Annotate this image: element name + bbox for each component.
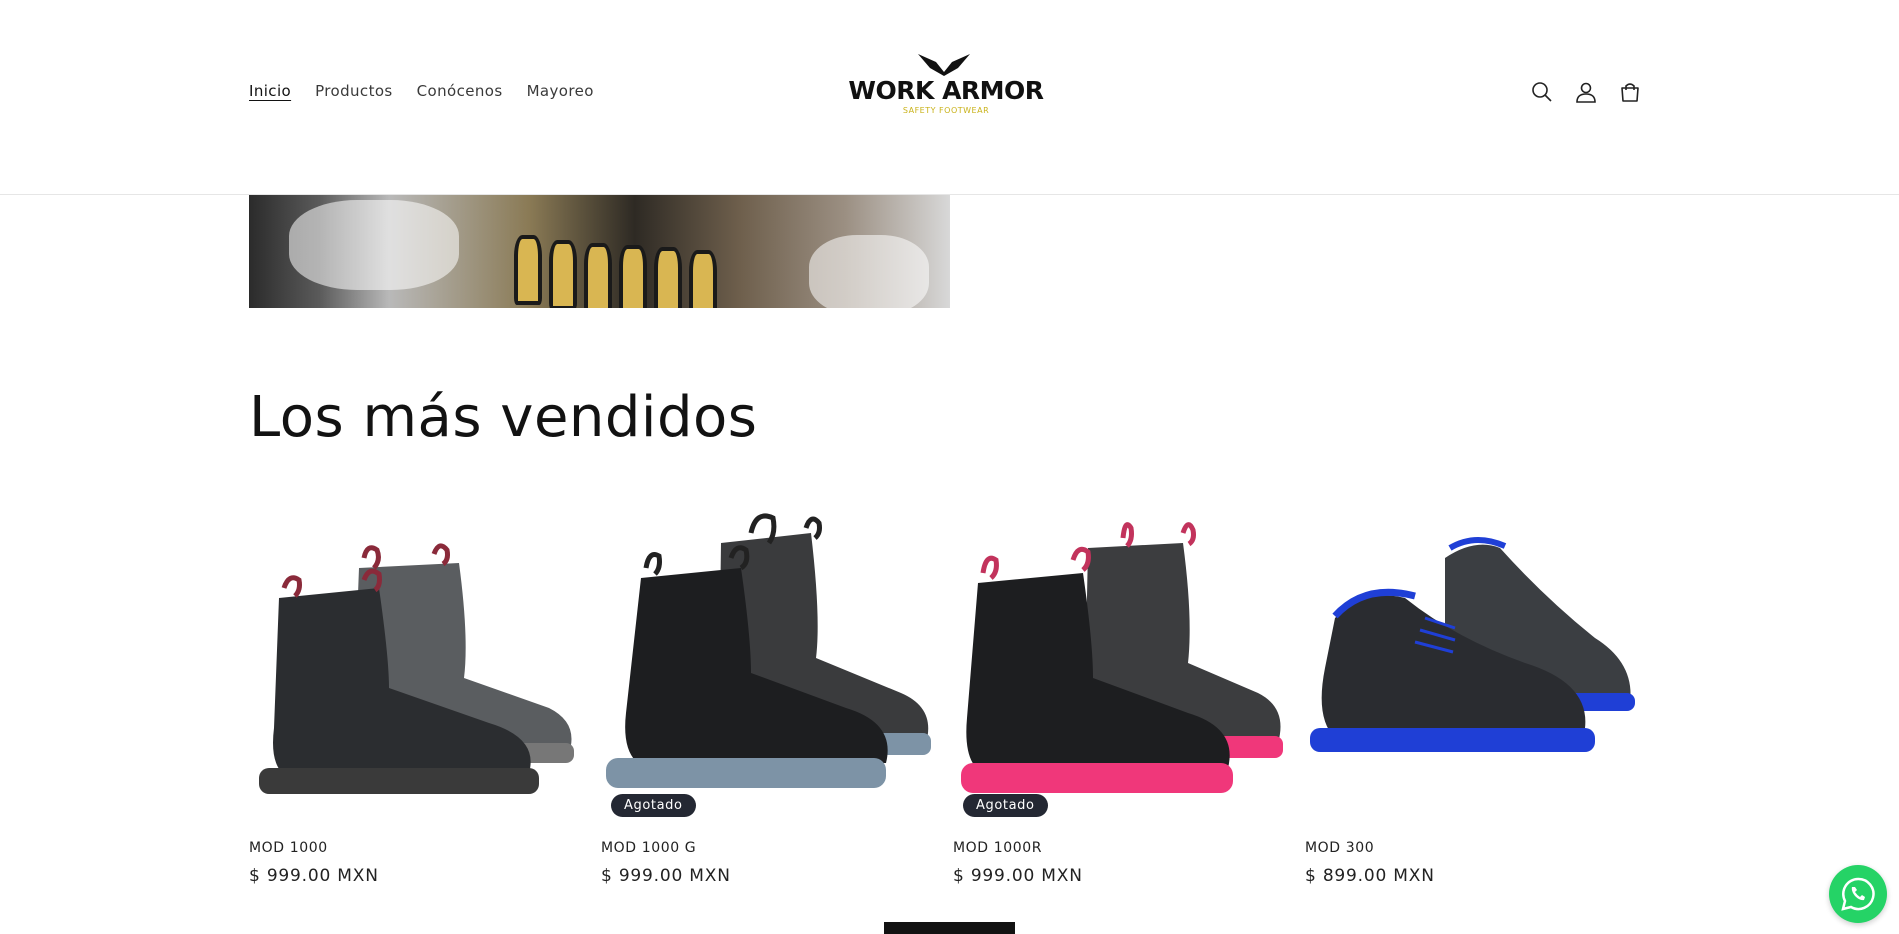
product-price: $ 999.00 MXN (953, 866, 1083, 886)
sold-out-badge: Agotado (611, 794, 696, 817)
logo-subtitle: SAFETY FOOTWEAR (902, 106, 990, 115)
boot-image-icon (259, 543, 574, 794)
product-image[interactable]: Agotado (601, 488, 931, 828)
product-card[interactable]: MOD 300 $ 899.00 MXN (1305, 488, 1635, 886)
view-all-button[interactable] (884, 922, 1015, 934)
boot-image-icon (606, 513, 931, 788)
product-title[interactable]: MOD 300 (1305, 840, 1635, 856)
whatsapp-icon (1841, 877, 1875, 911)
nav-item-inicio[interactable]: Inicio (249, 82, 291, 100)
main-nav: Inicio Productos Conócenos Mayoreo (249, 82, 594, 100)
search-icon[interactable] (1530, 80, 1554, 104)
product-title[interactable]: MOD 1000 (249, 840, 579, 856)
banner-image (249, 195, 950, 308)
header-actions (1530, 80, 1642, 104)
section-title: Los más vendidos (249, 385, 758, 450)
nav-item-conocenos[interactable]: Conócenos (417, 82, 503, 100)
product-price: $ 899.00 MXN (1305, 866, 1435, 886)
product-image[interactable] (1305, 488, 1635, 828)
nav-item-mayoreo[interactable]: Mayoreo (527, 82, 594, 100)
sold-out-badge: Agotado (963, 794, 1048, 817)
boot-image-icon (961, 522, 1283, 793)
product-image[interactable]: Agotado (953, 488, 1283, 828)
product-price: $ 999.00 MXN (601, 866, 731, 886)
cart-icon[interactable] (1618, 80, 1642, 104)
logo-title: WORK ARMOR (848, 76, 1044, 105)
product-card[interactable]: Agotado MOD 1000 G $ 999.00 MXN (601, 488, 931, 886)
site-logo[interactable]: WORK ARMOR SAFETY FOOTWEAR (836, 50, 1056, 120)
product-card[interactable]: MOD 1000 $ 999.00 MXN (249, 488, 579, 886)
product-image[interactable] (249, 488, 579, 828)
product-title[interactable]: MOD 1000R (953, 840, 1283, 856)
product-card[interactable]: Agotado MOD 1000R $ 999.00 MXN (953, 488, 1283, 886)
wings-logo-icon (918, 54, 970, 76)
site-header: Inicio Productos Conócenos Mayoreo WORK … (0, 0, 1899, 195)
nav-item-productos[interactable]: Productos (315, 82, 393, 100)
shoe-image-icon (1310, 537, 1635, 752)
whatsapp-chat-button[interactable] (1829, 865, 1887, 923)
product-price: $ 999.00 MXN (249, 866, 379, 886)
product-title[interactable]: MOD 1000 G (601, 840, 931, 856)
account-icon[interactable] (1574, 80, 1598, 104)
